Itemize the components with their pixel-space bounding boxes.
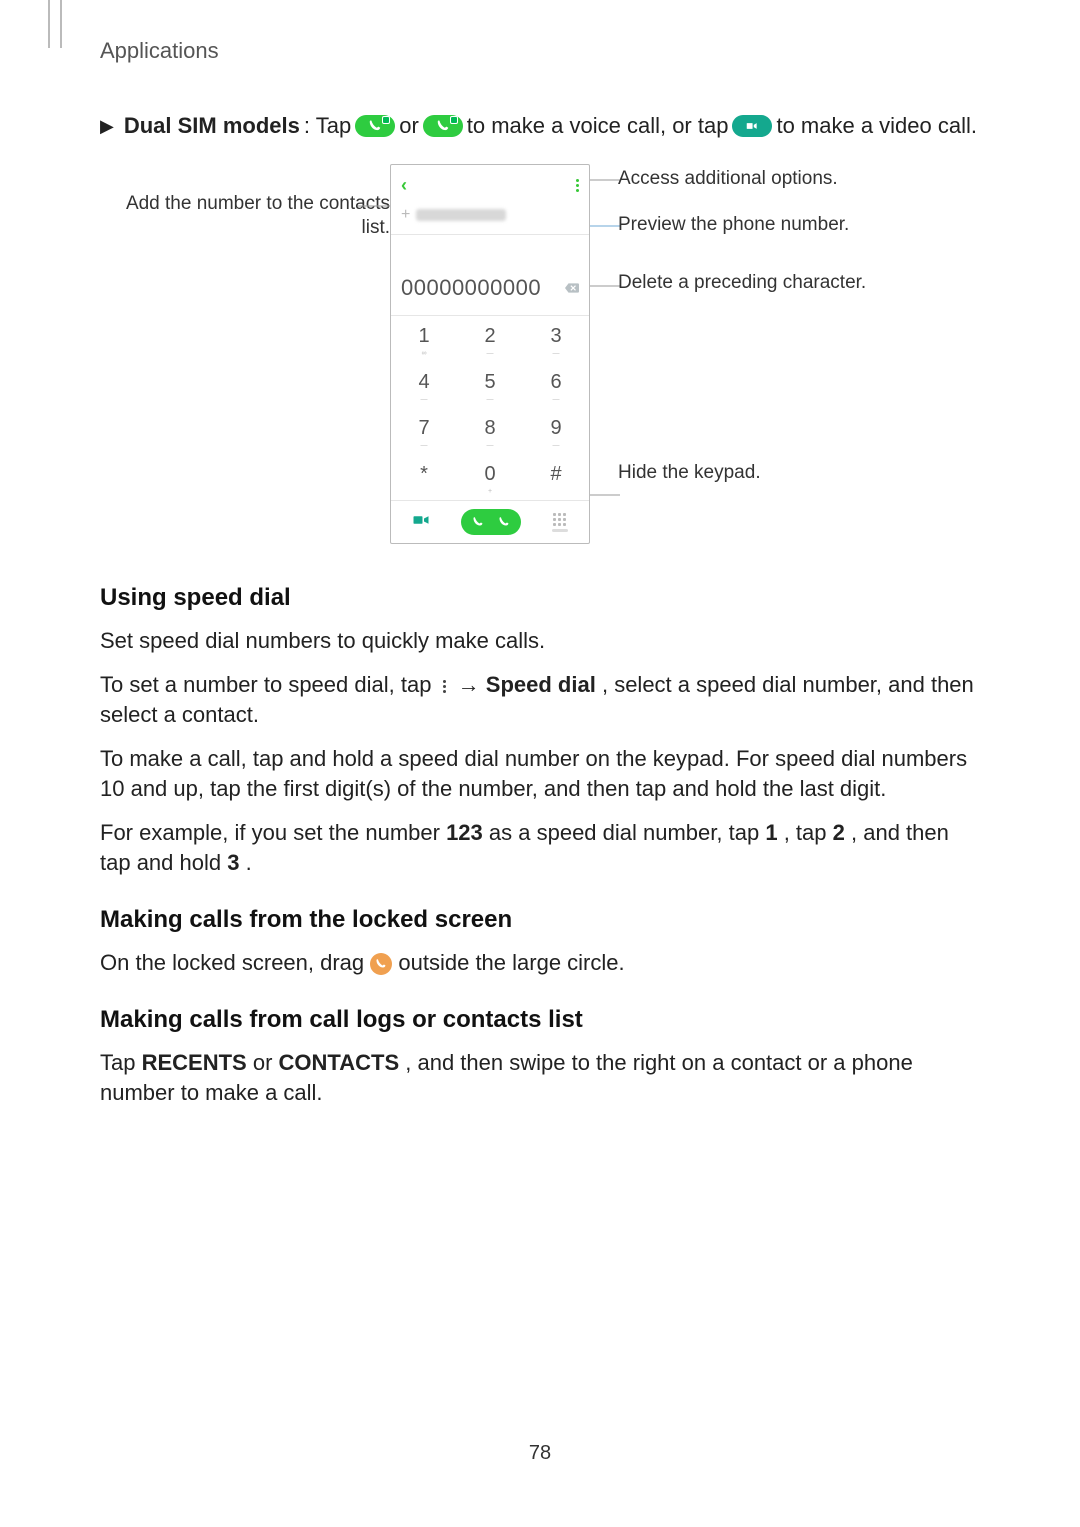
- handle-icon: [552, 529, 568, 532]
- heading-speed-dial: Using speed dial: [100, 584, 980, 612]
- back-icon[interactable]: ‹: [401, 175, 407, 196]
- key-7[interactable]: 7—: [391, 408, 457, 454]
- speed-p1: Set speed dial numbers to quickly make c…: [100, 626, 980, 656]
- video-call-icon: [732, 115, 772, 137]
- more-vert-icon: [438, 675, 452, 697]
- heading-locked-screen: Making calls from the locked screen: [100, 906, 980, 934]
- callout-preview-number: Preview the phone number.: [618, 214, 980, 236]
- pointer-icon: ▶: [100, 112, 114, 140]
- logs-p1d: CONTACTS: [279, 1050, 400, 1075]
- locked-p1: On the locked screen, drag outside the l…: [100, 948, 980, 978]
- key-0[interactable]: 0+: [457, 454, 523, 500]
- key-star[interactable]: *: [391, 454, 457, 500]
- phone-mock: ‹ + 00000000000 1∞ 2— 3— 4— 5— 6— 7—: [390, 164, 590, 544]
- call-sim2-icon: [423, 115, 463, 137]
- call-sim1-small-icon: [472, 516, 484, 528]
- more-options-icon[interactable]: [576, 179, 579, 192]
- dual-sim-label: Dual SIM models: [124, 112, 300, 140]
- delete-icon[interactable]: [565, 280, 579, 296]
- phone-bottom-bar: [391, 500, 589, 543]
- add-to-contacts-row[interactable]: +: [391, 204, 589, 235]
- callout-add-contacts: Add the number to the contacts list.: [100, 192, 390, 240]
- call-sim2-small-icon: [498, 516, 510, 528]
- logs-p1b: RECENTS: [142, 1050, 247, 1075]
- page-header: Applications: [100, 38, 219, 64]
- key-8[interactable]: 8—: [457, 408, 523, 454]
- speed-p2: To set a number to speed dial, tap → Spe…: [100, 670, 980, 730]
- dual-t2: or: [399, 112, 419, 140]
- hide-keypad-button[interactable]: [552, 513, 568, 532]
- speed-p4f: 2: [833, 820, 845, 845]
- speed-p4h: 3: [227, 850, 239, 875]
- key-2[interactable]: 2—: [457, 316, 523, 362]
- speed-p2c: Speed dial: [486, 672, 596, 697]
- dual-sim-line: ▶ Dual SIM models : Tap or to make a voi…: [100, 112, 980, 140]
- heading-call-logs: Making calls from call logs or contacts …: [100, 1006, 980, 1034]
- logs-p1a: Tap: [100, 1050, 142, 1075]
- locked-p1b: outside the large circle.: [398, 950, 624, 975]
- key-hash[interactable]: #: [523, 454, 589, 500]
- dual-t1: : Tap: [304, 112, 351, 140]
- speed-p2a: To set a number to speed dial, tap: [100, 672, 438, 697]
- right-callouts: Access additional options. Preview the p…: [590, 164, 980, 508]
- speed-p4d: 1: [765, 820, 777, 845]
- call-sim1-icon: [355, 115, 395, 137]
- key-6[interactable]: 6—: [523, 362, 589, 408]
- add-to-contacts-blur: [416, 209, 506, 221]
- speed-p4i: .: [246, 850, 252, 875]
- dialed-number: 00000000000: [401, 275, 541, 301]
- page-side-tab: [48, 0, 62, 48]
- speed-p4: For example, if you set the number 123 a…: [100, 818, 980, 878]
- dual-t3: to make a voice call, or tap: [467, 112, 729, 140]
- key-5[interactable]: 5—: [457, 362, 523, 408]
- keypad-grid-icon: [553, 513, 566, 526]
- key-1[interactable]: 1∞: [391, 316, 457, 362]
- dual-t4: to make a video call.: [776, 112, 977, 140]
- left-callout: Add the number to the contacts list.: [100, 164, 390, 240]
- sim2-badge: [450, 116, 458, 124]
- speed-p4a: For example, if you set the number: [100, 820, 446, 845]
- phone-circle-icon: [370, 953, 392, 975]
- page-content: ▶ Dual SIM models : Tap or to make a voi…: [100, 112, 980, 1122]
- key-9[interactable]: 9—: [523, 408, 589, 454]
- speed-p4b: 123: [446, 820, 483, 845]
- phone-topbar: ‹: [391, 165, 589, 204]
- keypad: 1∞ 2— 3— 4— 5— 6— 7— 8— 9— * 0+ #: [391, 316, 589, 500]
- locked-p1a: On the locked screen, drag: [100, 950, 370, 975]
- speed-p4c: as a speed dial number, tap: [489, 820, 765, 845]
- number-row: 00000000000: [391, 235, 589, 316]
- callout-delete-char: Delete a preceding character.: [618, 272, 980, 294]
- callout-additional-options: Access additional options.: [618, 168, 980, 190]
- phone-illustration-row: Add the number to the contacts list. ‹ +…: [100, 164, 980, 544]
- logs-p1c: or: [253, 1050, 279, 1075]
- key-3[interactable]: 3—: [523, 316, 589, 362]
- speed-p4e: , tap: [784, 820, 833, 845]
- video-icon[interactable]: [412, 511, 430, 534]
- key-4[interactable]: 4—: [391, 362, 457, 408]
- speed-p3: To make a call, tap and hold a speed dia…: [100, 744, 980, 804]
- callout-hide-keypad: Hide the keypad.: [618, 462, 980, 484]
- plus-icon: +: [401, 206, 410, 224]
- page-number: 78: [0, 1442, 1080, 1465]
- logs-p1: Tap RECENTS or CONTACTS , and then swipe…: [100, 1048, 980, 1108]
- speed-p2b: →: [458, 672, 486, 697]
- dual-call-button[interactable]: [461, 509, 521, 535]
- sim1-badge: [382, 116, 390, 124]
